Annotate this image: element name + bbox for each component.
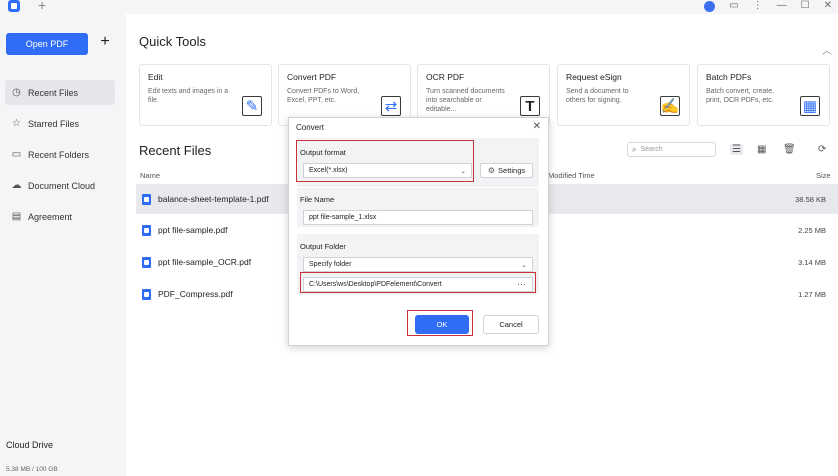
list-view-icon[interactable]: ☰ [730, 144, 743, 155]
avatar[interactable] [704, 0, 716, 12]
output-format-select[interactable]: Excel(*.xlsx) ⌄ [303, 163, 472, 178]
app-logo [8, 0, 20, 12]
chat-icon[interactable]: ▭ [729, 1, 738, 11]
create-plus-button[interactable]: + [96, 31, 114, 53]
file-name: ppt file-sample.pdf [158, 225, 228, 235]
sidebar-item-recent-folders[interactable]: ▭ Recent Folders [5, 142, 115, 167]
sidebar-item-label: Agreement [28, 211, 73, 222]
edit-icon: ✎ [242, 96, 262, 116]
folder-path-value: C:\Users\ws\Desktop\PDFelement\Convert [309, 281, 442, 288]
convert-icon: ⇄ [381, 96, 401, 116]
card-desc: Turn scanned documents into searchable o… [426, 88, 505, 113]
pdf-file-icon [142, 288, 151, 300]
convert-dialog: Convert ✕ Output format Excel(*.xlsx) ⌄ … [288, 117, 549, 346]
sidebar-item-label: Starred Files [28, 118, 80, 129]
file-size: 38.58 KB [795, 194, 826, 204]
cancel-button[interactable]: Cancel [483, 315, 539, 334]
pdf-file-icon [142, 256, 151, 268]
output-format-label: Output format [300, 148, 346, 157]
file-size: 2.25 MB [798, 225, 826, 235]
minimize-icon[interactable]: — [777, 1, 787, 11]
sidebar-item-label: Recent Folders [28, 149, 90, 160]
window-controls: ▭ ⋮ — ☐ ✕ [704, 0, 832, 12]
ocr-icon: T [520, 96, 540, 116]
folder-icon: ▭ [11, 149, 22, 160]
file-name-input[interactable]: ppt file-sample_1.xlsx [303, 210, 533, 225]
search-input[interactable]: ⌕ Search [627, 142, 716, 157]
pdf-file-icon [142, 193, 151, 205]
ok-button[interactable]: OK [415, 315, 469, 334]
card-desc: Convert PDFs to Word, Excel, PPT, etc. [287, 88, 360, 104]
folder-option-select[interactable]: Specify folder ⌄ [303, 257, 533, 272]
quick-tool-batch-pdfs[interactable]: Batch PDFs Batch convert, create, print,… [697, 64, 830, 126]
sidebar-item-document-cloud[interactable]: ☁ Document Cloud [5, 173, 115, 198]
new-tab-plus-icon[interactable]: + [38, 0, 46, 13]
column-header-modified[interactable]: Modified Time [548, 171, 595, 180]
star-icon: ☆ [12, 118, 21, 129]
card-desc: Edit texts and images in a file. [148, 88, 229, 104]
sidebar: Open PDF + ◷ Recent Files ☆ Starred File… [0, 14, 126, 476]
card-title: Convert PDF [287, 72, 337, 82]
file-name: PDF_Compress.pdf [158, 289, 233, 299]
close-icon[interactable]: ✕ [824, 1, 832, 11]
card-title: OCR PDF [426, 72, 465, 82]
settings-button[interactable]: ⚙ Settings [480, 163, 533, 178]
search-placeholder: Search [640, 146, 663, 153]
delete-icon[interactable]: 🗑 [783, 144, 796, 155]
open-pdf-button[interactable]: Open PDF [6, 33, 88, 55]
chevron-up-icon[interactable]: ︿ [822, 42, 832, 57]
esign-icon: ✍ [660, 96, 680, 116]
recent-files-title: Recent Files [139, 143, 212, 158]
sidebar-item-agreement[interactable]: ▤ Agreement [5, 204, 115, 229]
grid-view-icon[interactable]: ▦ [757, 144, 766, 155]
card-title: Request eSign [566, 72, 622, 82]
column-header-size[interactable]: Size [816, 171, 831, 180]
sidebar-item-label: Recent Files [28, 87, 79, 98]
card-desc: Batch convert, create, print, OCR PDFs, … [706, 88, 775, 104]
chevron-down-icon: ⌄ [460, 168, 466, 175]
card-desc: Send a document to others for signing. [566, 88, 629, 104]
file-name-label: File Name [300, 195, 335, 204]
sidebar-item-recent-files[interactable]: ◷ Recent Files [5, 80, 115, 105]
file-size: 1.27 MB [798, 289, 826, 299]
file-name: ppt file-sample_OCR.pdf [158, 257, 252, 267]
file-name: balance-sheet-template-1.pdf [158, 194, 269, 204]
output-format-value: Excel(*.xlsx) [309, 167, 348, 174]
dialog-title: Convert [296, 123, 325, 132]
output-folder-label: Output Folder [300, 242, 346, 251]
folder-option-value: Specify folder [309, 261, 352, 268]
maximize-icon[interactable]: ☐ [801, 1, 810, 11]
card-title: Edit [148, 72, 163, 82]
gear-icon: ⚙ [487, 166, 496, 175]
quick-tool-edit[interactable]: Edit Edit texts and images in a file. ✎ [139, 64, 272, 126]
chevron-down-icon: ⌄ [521, 262, 527, 269]
cloud-icon: ☁ [11, 180, 22, 191]
card-title: Batch PDFs [706, 72, 752, 82]
file-size: 3.14 MB [798, 257, 826, 267]
sidebar-item-starred-files[interactable]: ☆ Starred Files [5, 111, 115, 136]
settings-label: Settings [498, 166, 526, 175]
title-bar: + ▭ ⋮ — ☐ ✕ [0, 0, 838, 14]
quick-tools-title: Quick Tools [139, 34, 206, 49]
close-icon[interactable]: ✕ [533, 121, 541, 132]
browse-icon[interactable]: ··· [517, 279, 526, 289]
batch-icon: ▦ [800, 96, 820, 116]
folder-path-input[interactable]: C:\Users\ws\Desktop\PDFelement\Convert ·… [303, 277, 533, 292]
quick-tool-request-esign[interactable]: Request eSign Send a document to others … [557, 64, 690, 126]
clock-icon: ◷ [12, 87, 21, 98]
column-header-name[interactable]: Name [140, 171, 160, 180]
more-icon[interactable]: ⋮ [753, 1, 763, 11]
pdf-file-icon [142, 224, 151, 236]
document-icon: ▤ [11, 211, 22, 222]
sidebar-item-label: Document Cloud [28, 180, 96, 191]
refresh-icon[interactable]: ⟳ [818, 144, 826, 155]
cloud-drive-title[interactable]: Cloud Drive [6, 440, 53, 450]
search-icon: ⌕ [632, 144, 637, 154]
cloud-usage: 5.38 MB / 100 GB [6, 466, 58, 473]
